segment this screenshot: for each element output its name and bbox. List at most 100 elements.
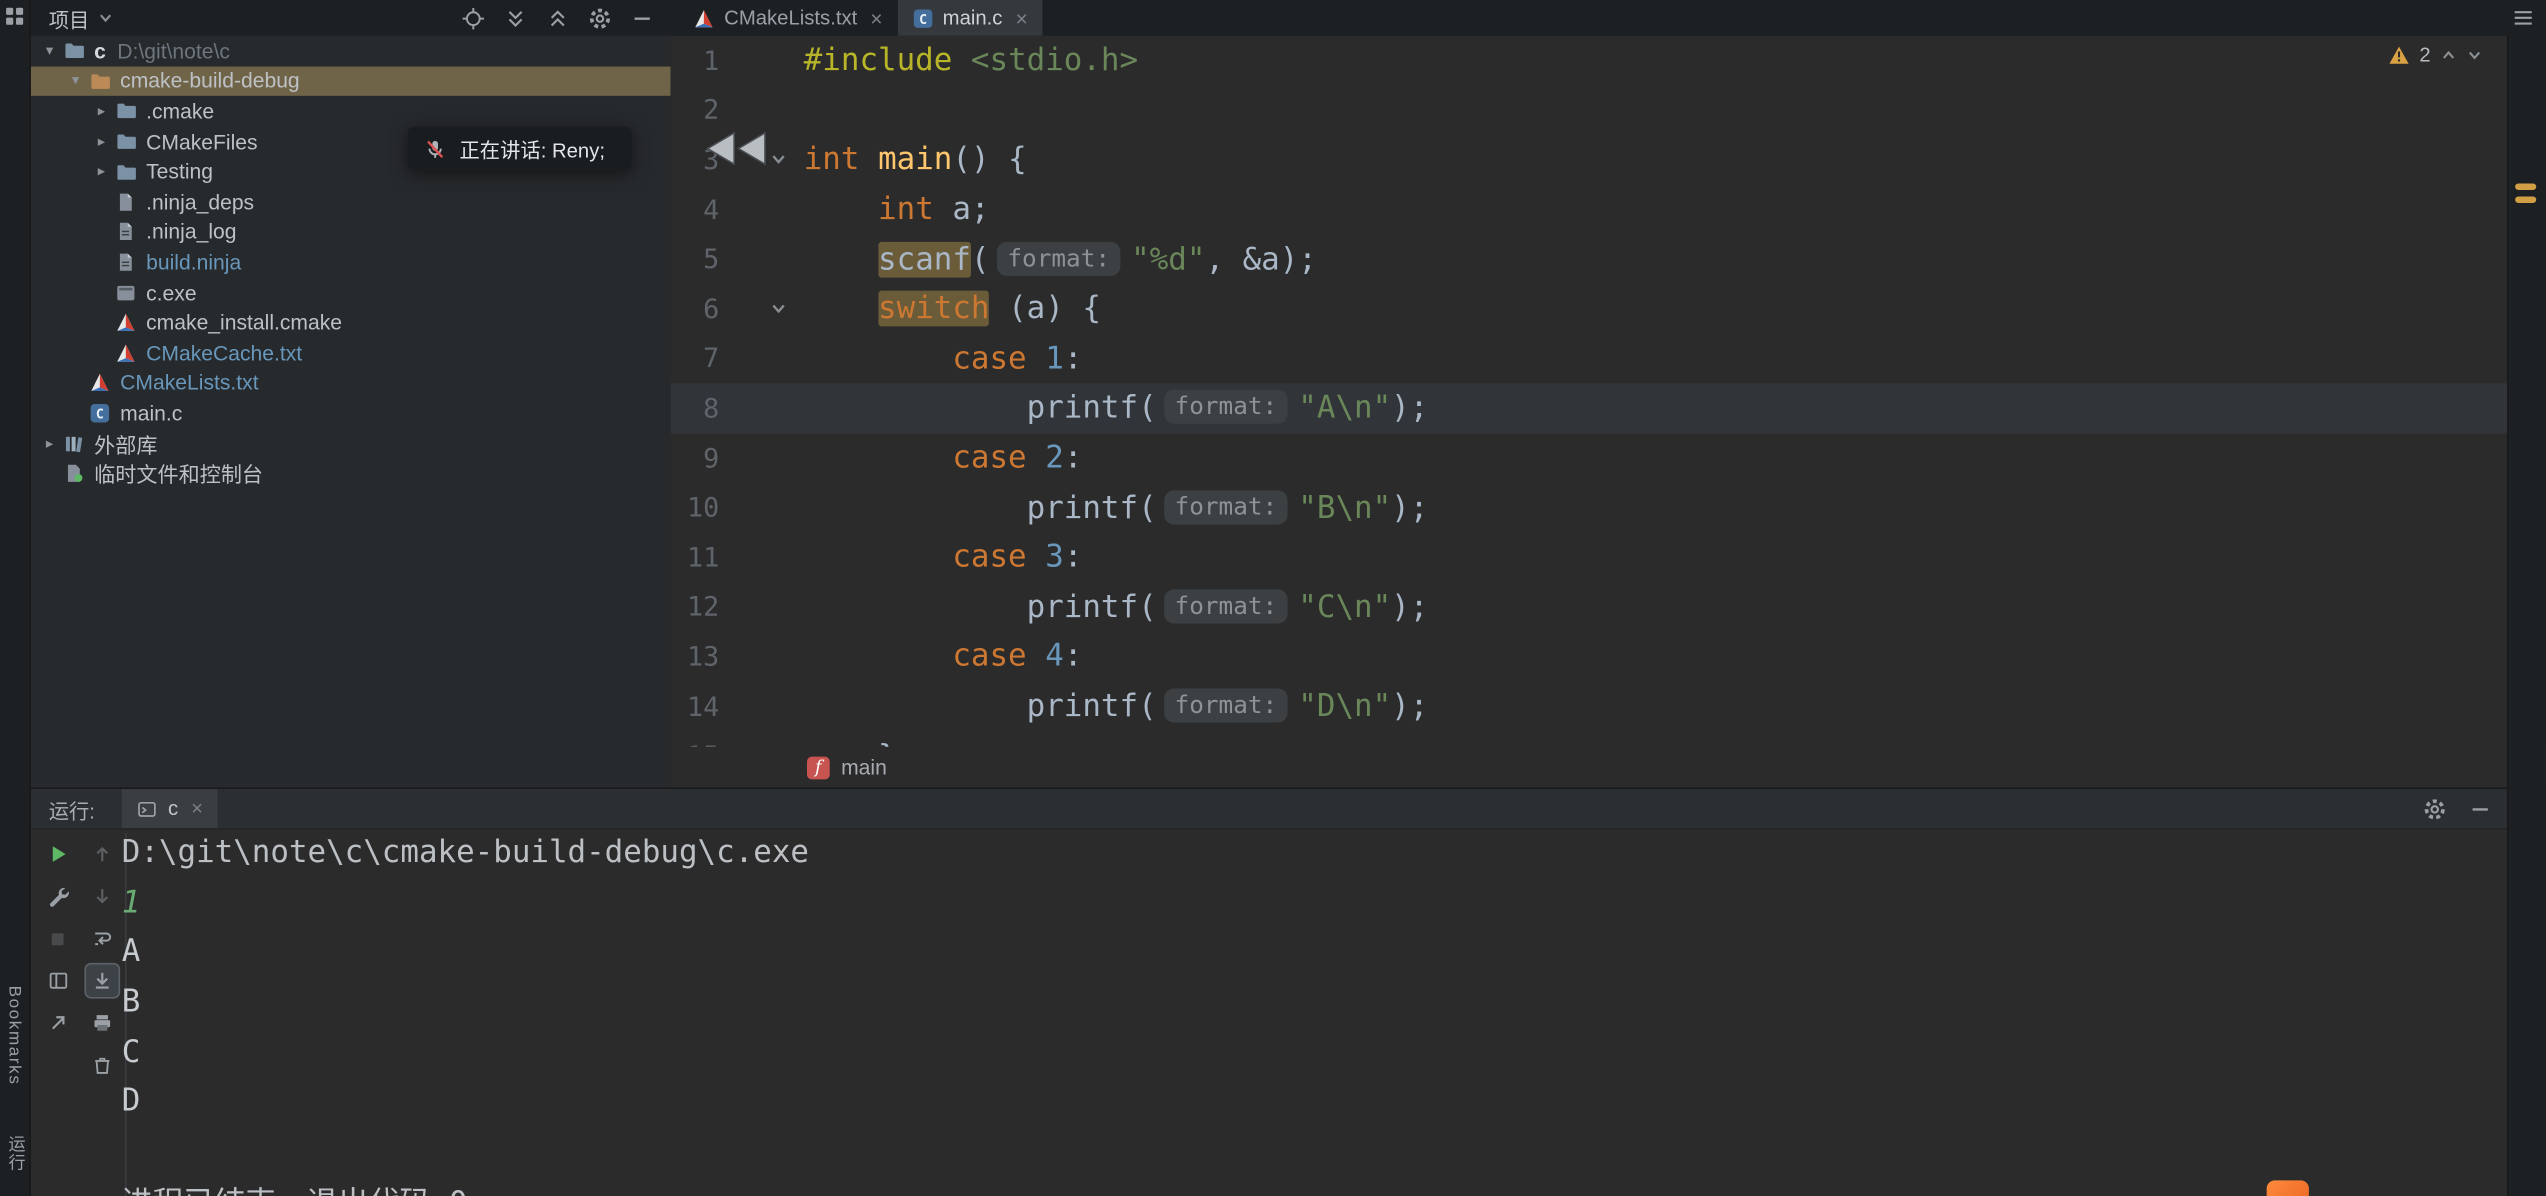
main-menu-icon[interactable] (3, 5, 26, 28)
notification-icon[interactable] (2267, 1180, 2309, 1196)
code-token: "A\n" (1298, 390, 1391, 426)
warning-stripe-mark[interactable] (2515, 183, 2536, 189)
stripe-bookmarks[interactable]: Bookmarks (5, 986, 24, 1086)
soft-wrap-button[interactable] (85, 922, 117, 954)
tree-item-CMakeCache.txt[interactable]: CMakeCache.txt (29, 338, 670, 368)
run-tab-c[interactable]: c × (123, 789, 218, 828)
close-icon[interactable]: × (1015, 6, 1027, 30)
breadcrumb-item[interactable]: main (841, 755, 887, 779)
console-line: D (122, 1076, 2499, 1126)
code-token (1027, 639, 1046, 675)
chevron-up-icon[interactable] (2440, 47, 2456, 63)
tree-item-path: D:\git\note\c (117, 39, 230, 63)
tree-item-c[interactable]: ▾cD:\git\note\c (29, 36, 670, 66)
inspection-widget[interactable]: 2 (2389, 44, 2483, 67)
tree-item-临时文件和控制台[interactable]: 临时文件和控制台 (29, 458, 670, 488)
line-number[interactable]: 6 (671, 294, 720, 325)
tree-item-.ninja_log[interactable]: .ninja_log (29, 217, 670, 247)
printer-button[interactable] (85, 1007, 117, 1039)
hide-icon[interactable] (628, 5, 654, 31)
code-text: case 3: (794, 539, 2509, 575)
line-number[interactable]: 14 (671, 691, 720, 722)
cmake-icon (693, 7, 714, 28)
tree-item-.ninja_deps[interactable]: .ninja_deps (29, 187, 670, 217)
trash-button[interactable] (85, 1049, 117, 1081)
run-console[interactable]: D:\git\note\c\cmake-build-debug\c.exe1AB… (122, 828, 2499, 1196)
code-token (804, 341, 953, 377)
tree-item-main.c[interactable]: Cmain.c (29, 398, 670, 428)
locate-icon[interactable] (460, 5, 486, 31)
tree-item-label: CMakeCache.txt (146, 341, 302, 365)
tree-item-.cmake[interactable]: ▸.cmake (29, 96, 670, 126)
chevron-down-icon[interactable]: ▾ (65, 72, 86, 90)
code-token: case (952, 440, 1026, 476)
microphone-muted-icon (424, 137, 447, 160)
speaking-overlay: 正在讲话: Reny; (408, 127, 631, 171)
expand-all-icon[interactable] (502, 5, 528, 31)
line-number[interactable]: 7 (671, 343, 720, 374)
code-token: <stdio.h> (971, 43, 1138, 79)
code-token: (a) { (989, 291, 1100, 327)
settings-gear-icon[interactable] (2423, 796, 2447, 820)
back-arrow-icon[interactable] (727, 128, 771, 169)
line-number[interactable]: 2 (671, 95, 720, 126)
file-text-icon (112, 221, 140, 242)
fold-chevron-icon[interactable] (770, 300, 788, 318)
tree-item-cmake-build-debug[interactable]: ▾cmake-build-debug (29, 66, 670, 96)
code-text: printf(format:"C\n"); (794, 589, 2509, 625)
pin-button[interactable] (41, 1007, 73, 1039)
tree-item-CMakeLists.txt[interactable]: CMakeLists.txt (29, 368, 670, 398)
close-icon[interactable]: × (191, 797, 203, 820)
line-number[interactable]: 12 (671, 592, 720, 623)
arrow-down-button[interactable] (85, 880, 117, 912)
line-number[interactable]: 11 (671, 542, 720, 573)
chevron-right-icon[interactable]: ▸ (91, 132, 112, 150)
restore-layout-button[interactable] (41, 964, 73, 996)
code-token: ); (1391, 688, 1428, 724)
code-line: 5 scanf(format:"%d", &a); (671, 234, 2509, 284)
editor-tab-CMakeLists.txt[interactable]: CMakeLists.txt× (679, 0, 897, 36)
tree-item-外部库[interactable]: ▸外部库 (29, 428, 670, 458)
tree-item-label: cmake_install.cmake (146, 310, 342, 334)
close-icon[interactable]: × (870, 6, 882, 30)
console-line: B (122, 977, 2499, 1027)
stripe-run[interactable]: 运行 (5, 1135, 29, 1172)
overlay-arrows (697, 128, 772, 169)
line-number[interactable]: 8 (671, 393, 720, 424)
warning-stripe-mark[interactable] (2515, 196, 2536, 202)
chevron-down-icon[interactable]: ▾ (39, 42, 60, 60)
code-editor[interactable]: 1#include <stdio.h>23int main() {4 int a… (671, 36, 2509, 747)
line-number[interactable]: 13 (671, 641, 720, 672)
editor-tab-bar: CMakeLists.txt×Cmain.c× (671, 0, 2546, 36)
collapse-all-icon[interactable] (544, 5, 570, 31)
menu-hamburger-icon[interactable] (2512, 6, 2535, 29)
rerun-button[interactable] (41, 838, 73, 870)
code-line: 14 printf(format:"D\n"); (671, 681, 2509, 731)
run-header-icons (2423, 796, 2493, 820)
line-number[interactable]: 10 (671, 492, 720, 523)
parameter-hint: format: (1165, 490, 1287, 524)
gutter (719, 532, 794, 582)
settings-gear-icon[interactable] (586, 5, 612, 31)
editor-tab-main.c[interactable]: Cmain.c× (897, 0, 1042, 36)
line-number[interactable]: 9 (671, 443, 720, 474)
line-number[interactable]: 4 (671, 194, 720, 225)
chevron-down-icon[interactable] (2466, 47, 2482, 63)
chevron-right-icon[interactable]: ▸ (91, 163, 112, 181)
code-token: 1 (1045, 341, 1064, 377)
wrench-button[interactable] (41, 880, 73, 912)
chevron-right-icon[interactable]: ▸ (91, 102, 112, 120)
project-title[interactable]: 项目 (49, 2, 90, 33)
ide-window: Bookmarks 运行 项目 ▾cD:\git\note\c▾cmake-bu… (0, 0, 2546, 1196)
minimize-icon[interactable] (2468, 796, 2492, 820)
arrow-up-button[interactable] (85, 838, 117, 870)
fold-chevron-icon[interactable] (770, 151, 788, 169)
scroll-end-button[interactable] (85, 964, 117, 996)
stop-button[interactable] (41, 922, 73, 954)
chevron-right-icon[interactable]: ▸ (39, 434, 60, 452)
line-number[interactable]: 1 (671, 45, 720, 76)
tree-item-cmake_install.cmake[interactable]: cmake_install.cmake (29, 307, 670, 337)
tree-item-build.ninja[interactable]: build.ninja (29, 247, 670, 277)
line-number[interactable]: 5 (671, 244, 720, 275)
tree-item-c.exe[interactable]: c.exe (29, 277, 670, 307)
